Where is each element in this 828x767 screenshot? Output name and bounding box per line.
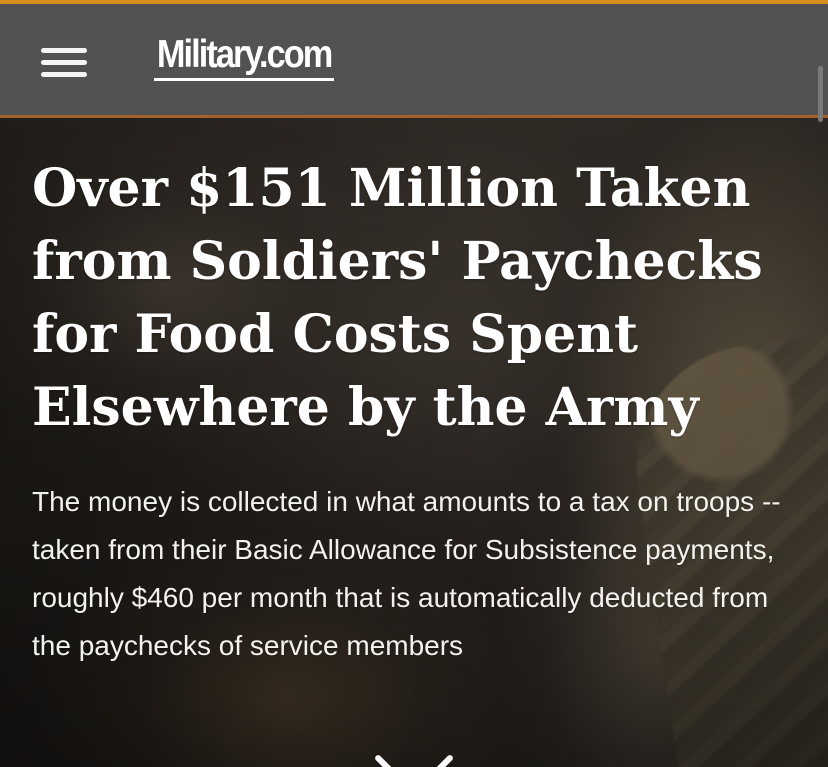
military-com-logo[interactable]: Military.com	[152, 34, 336, 92]
menu-line	[41, 72, 87, 77]
hamburger-menu-icon[interactable]	[41, 44, 87, 80]
site-header: Military.com	[0, 0, 828, 122]
logo-underline	[154, 78, 334, 81]
logo-text: Military.com	[156, 33, 333, 76]
menu-line	[41, 60, 87, 65]
menu-line	[41, 48, 87, 53]
article-page: Military.com Over $151 Million Taken fro…	[0, 0, 828, 767]
chevron-down-icon[interactable]	[374, 753, 454, 767]
page-scrollbar[interactable]	[818, 66, 823, 122]
article-headline: Over $151 Million Taken from Soldiers' P…	[32, 158, 763, 438]
article-dek: The money is collected in what amounts t…	[32, 486, 781, 661]
